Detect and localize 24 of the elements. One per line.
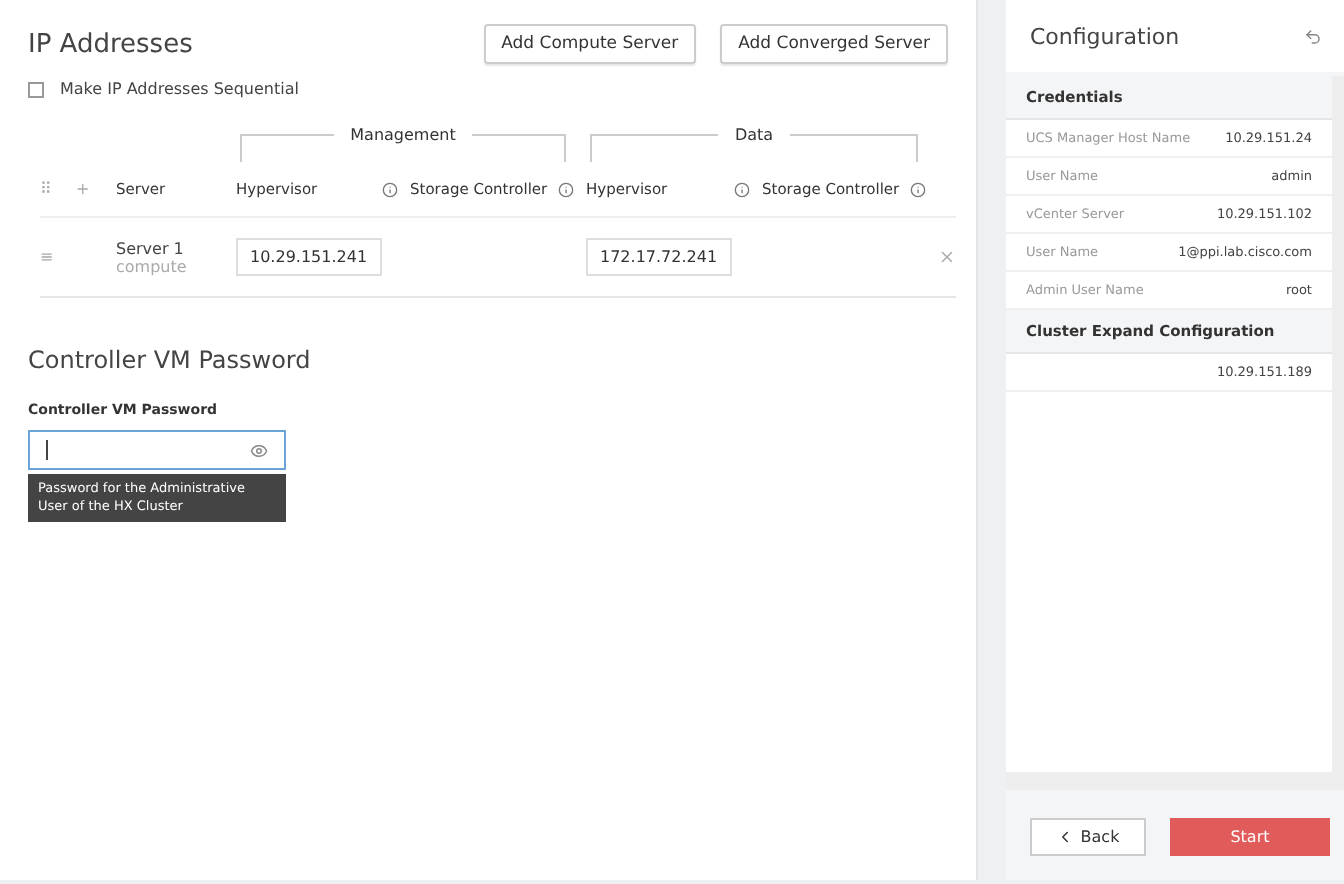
server-type: compute xyxy=(116,257,187,275)
back-button[interactable]: Back xyxy=(1030,818,1146,856)
start-button[interactable]: Start xyxy=(1170,818,1330,856)
column-group-label: Data xyxy=(718,126,790,144)
ip-input[interactable]: 172.17.72.241 xyxy=(586,238,732,276)
column-group-label: Management xyxy=(334,126,472,144)
info-icon[interactable] xyxy=(734,181,750,197)
password-field[interactable] xyxy=(28,430,286,470)
ip-input[interactable]: 10.29.151.241 xyxy=(236,238,382,276)
info-icon[interactable] xyxy=(558,181,574,197)
panel-title: Configuration xyxy=(1030,23,1180,49)
eye-icon[interactable] xyxy=(250,441,268,459)
info-icon[interactable] xyxy=(910,181,926,197)
add-server-button[interactable]: Add Converged Server xyxy=(720,24,948,64)
section-title: Controller VM Password xyxy=(28,346,313,374)
add-server-button[interactable]: Add Compute Server xyxy=(483,24,697,64)
section-title: IP Addresses xyxy=(28,29,195,59)
back-arrow-icon[interactable] xyxy=(1304,27,1322,45)
close-icon[interactable] xyxy=(938,248,956,266)
info-icon[interactable] xyxy=(382,181,398,197)
checkbox[interactable] xyxy=(28,81,44,97)
checkbox-label: Make IP Addresses Sequential xyxy=(60,80,299,98)
drag-header: ⠿ xyxy=(40,180,52,198)
server-name: Server 1 xyxy=(116,239,186,257)
